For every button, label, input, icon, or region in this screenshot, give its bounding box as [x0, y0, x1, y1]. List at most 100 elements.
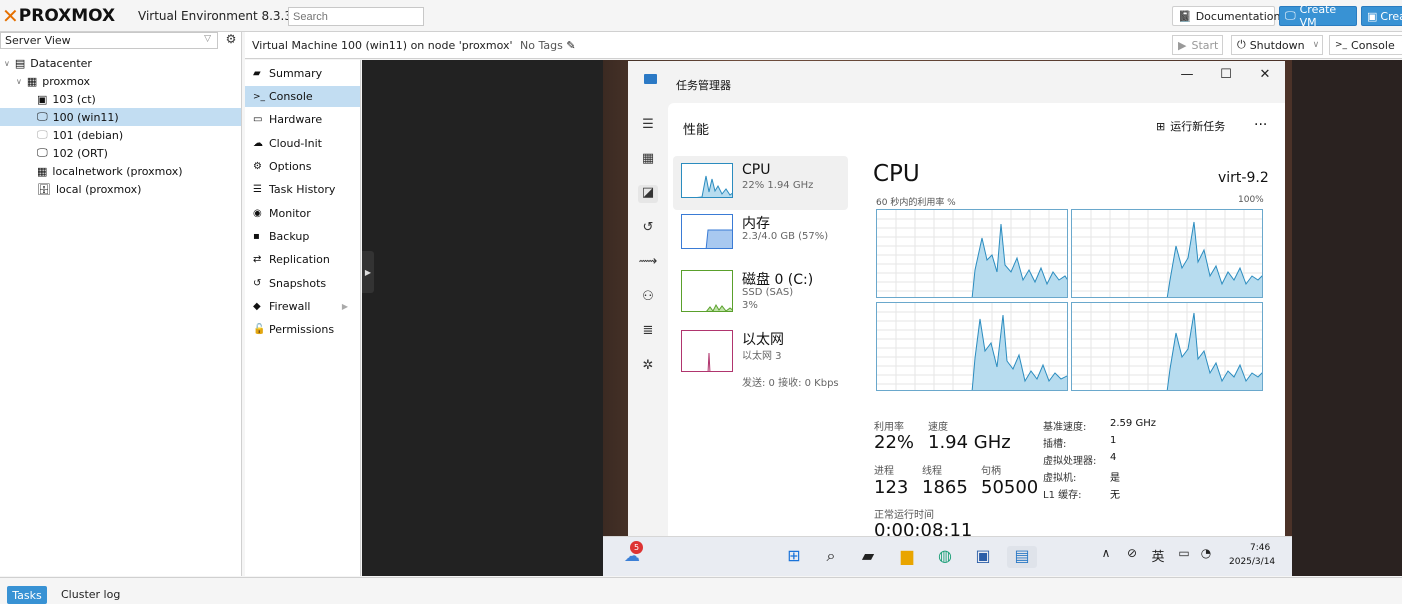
- tree-item-storage[interactable]: 🗄 local (proxmox): [0, 180, 241, 198]
- tree-item-vm-102[interactable]: 🖵 102 (ORT): [0, 144, 241, 162]
- nav-task-history[interactable]: ☰ Task History: [245, 179, 360, 200]
- tree-item-datacenter[interactable]: ∨ ▤ Datacenter: [0, 54, 241, 72]
- utilization-caption: 60 秒内的利用率 %: [876, 198, 956, 208]
- tree-item-ct-103[interactable]: ▣ 103 (ct): [0, 90, 241, 108]
- vm-nav: ▰ Summary >_ Console ▭ Hardware ☁ Cloud-Init…: [245, 60, 361, 576]
- server-view-select[interactable]: Server View ▽: [0, 32, 218, 49]
- app-history-icon[interactable]: ↺: [638, 220, 658, 238]
- nav-cloud-init[interactable]: ☁ Cloud-Init: [245, 133, 360, 154]
- cube-icon: ▣: [1367, 9, 1378, 23]
- tags-editor[interactable]: No Tags ✎: [520, 39, 576, 52]
- card-name: CPU: [742, 162, 771, 178]
- resource-card-disk[interactable]: 磁盘 0 (C:) SSD (SAS) 3%: [673, 263, 848, 317]
- minimize-icon[interactable]: —: [1177, 67, 1197, 87]
- gear-icon[interactable]: ⚙: [222, 32, 240, 49]
- resource-card-ethernet[interactable]: 以太网 以太网 3 发送: 0 接收: 0 Kbps: [673, 323, 848, 389]
- search-input[interactable]: [288, 7, 424, 26]
- start-button[interactable]: ▶ Start: [1172, 35, 1223, 55]
- nav-options[interactable]: ⚙ Options: [245, 156, 360, 177]
- nav-firewall[interactable]: ◆ Firewall ▶: [245, 296, 360, 317]
- file-explorer-icon[interactable]: ▆: [896, 546, 918, 568]
- nav-label: Task History: [269, 183, 336, 196]
- maximize-icon[interactable]: ☐: [1216, 67, 1236, 87]
- documentation-button[interactable]: 📓 Documentation: [1172, 6, 1281, 26]
- collapse-handle[interactable]: ▶: [362, 251, 374, 293]
- cpu-mini-sparkline: [696, 175, 732, 197]
- ime-indicator[interactable]: 英: [1147, 546, 1169, 568]
- volume-icon[interactable]: ◔: [1195, 546, 1217, 568]
- monitor-tray-icon[interactable]: ▭: [1173, 546, 1195, 568]
- nav-console[interactable]: >_ Console: [245, 86, 360, 107]
- top-bar: ✕ PROXMOX Virtual Environment 8.3.3 📓 Do…: [0, 0, 1402, 32]
- nav-summary[interactable]: ▰ Summary: [245, 63, 360, 84]
- tree-item-vm-100[interactable]: 🖵 100 (win11): [0, 108, 241, 126]
- guest-desktop-edge: [1292, 60, 1402, 576]
- nav-hardware[interactable]: ▭ Hardware: [245, 109, 360, 130]
- pencil-icon[interactable]: ✎: [566, 39, 575, 52]
- tree-item-label: proxmox: [42, 74, 91, 88]
- detail-value: 1: [1110, 435, 1117, 446]
- list-icon: ☰: [253, 184, 262, 195]
- chevron-up-icon[interactable]: ∧: [1095, 546, 1117, 568]
- resource-card-memory[interactable]: 内存 2.3/4.0 GB (57%): [673, 207, 848, 261]
- tm-sidebar: ☰ ▦ ◪ ↺ ⟿ ⚇ ≣ ✲: [628, 103, 668, 536]
- tree-item-network[interactable]: ▦ localnetwork (proxmox): [0, 162, 241, 180]
- monitor-icon: 🖵: [1285, 9, 1296, 22]
- create-ct-label: Crea: [1380, 9, 1402, 23]
- resource-card-cpu[interactable]: CPU 22% 1.94 GHz: [673, 156, 848, 210]
- close-icon[interactable]: ✕: [1255, 67, 1275, 87]
- clock-date[interactable]: 2025/3/14: [1229, 557, 1275, 567]
- bottom-panel: Tasks Cluster log: [0, 577, 1402, 604]
- utilization-value: 22%: [874, 432, 915, 453]
- nav-label: Permissions: [269, 323, 335, 336]
- search-icon[interactable]: ⌕: [820, 546, 842, 568]
- create-vm-button[interactable]: 🖵 Create VM: [1279, 3, 1357, 29]
- nav-backup[interactable]: ▪ Backup: [245, 226, 360, 247]
- version-label: Virtual Environment 8.3.3: [138, 9, 292, 23]
- detail-key: L1 缓存:: [1043, 490, 1082, 501]
- clock-time[interactable]: 7:46: [1250, 543, 1270, 553]
- shutdown-button[interactable]: ⏻ Shutdown ∨: [1231, 35, 1323, 55]
- users-icon[interactable]: ⚇: [638, 289, 658, 307]
- task-manager-window[interactable]: 任务管理器 — ☐ ✕ ☰ ▦ ◪ ↺ ⟿ ⚇ ≣ ✲ 性能 ⊞ 运行新任务 ·…: [628, 61, 1285, 536]
- nav-label: Cloud-Init: [269, 137, 322, 150]
- proxmox-logo[interactable]: ✕ PROXMOX: [2, 4, 115, 28]
- nav-monitor[interactable]: ◉ Monitor: [245, 203, 360, 224]
- stat-label: 线程: [922, 466, 942, 477]
- network-off-icon[interactable]: ⊘: [1121, 546, 1143, 568]
- nav-label: Backup: [269, 230, 310, 243]
- tree-item-node[interactable]: ∨ ▦ proxmox: [0, 72, 241, 90]
- task-manager-taskbar-icon[interactable]: ▤: [1007, 546, 1037, 568]
- tree-item-vm-101[interactable]: 🖵 101 (debian): [0, 126, 241, 144]
- start-icon[interactable]: ⊞: [783, 546, 805, 568]
- store-icon[interactable]: ▣: [972, 546, 994, 568]
- cpu-core-graph-1: [1071, 209, 1263, 298]
- details-icon[interactable]: ≣: [638, 323, 658, 341]
- services-icon[interactable]: ✲: [638, 358, 658, 376]
- stat-label: 利用率: [874, 422, 904, 433]
- power-icon: ⏻: [1237, 38, 1246, 51]
- chevron-down-icon[interactable]: ∨: [1313, 40, 1320, 50]
- run-new-task-button[interactable]: ⊞ 运行新任务: [1156, 118, 1225, 134]
- console-button[interactable]: >_ Console ∨: [1329, 35, 1402, 55]
- detail-value: 2.59 GHz: [1110, 418, 1156, 429]
- processes-icon[interactable]: ▦: [638, 151, 658, 169]
- hamburger-icon[interactable]: ☰: [638, 117, 658, 135]
- performance-icon[interactable]: ◪: [638, 185, 658, 203]
- create-ct-button[interactable]: ▣ Crea: [1361, 6, 1402, 26]
- performance-panel: 性能 ⊞ 运行新任务 ··· CPU 22% 1.94 GHz 内存 2.3/4…: [668, 103, 1285, 536]
- nav-replication[interactable]: ⇄ Replication: [245, 249, 360, 270]
- tab-cluster-log[interactable]: Cluster log: [61, 588, 120, 601]
- windows-taskbar: ☁ 5 ⊞ ⌕ ▰ ▆ ◍ ▣ ▤ ∧ ⊘ 英 ▭ ◔ 7:46 2025/3/…: [603, 536, 1292, 576]
- task-view-icon[interactable]: ▰: [857, 546, 879, 568]
- nav-snapshots[interactable]: ↺ Snapshots: [245, 273, 360, 294]
- edge-icon[interactable]: ◍: [934, 546, 956, 568]
- card-name: 以太网: [742, 332, 784, 348]
- stat-label: 速度: [928, 422, 948, 433]
- nav-permissions[interactable]: 🔓 Permissions: [245, 319, 360, 340]
- startup-icon[interactable]: ⟿: [638, 254, 658, 272]
- more-options-icon[interactable]: ···: [1254, 117, 1267, 133]
- tab-tasks[interactable]: Tasks: [7, 586, 47, 604]
- chevron-right-icon: ▶: [341, 302, 348, 311]
- title-bar[interactable]: 任务管理器 — ☐ ✕: [628, 61, 1285, 103]
